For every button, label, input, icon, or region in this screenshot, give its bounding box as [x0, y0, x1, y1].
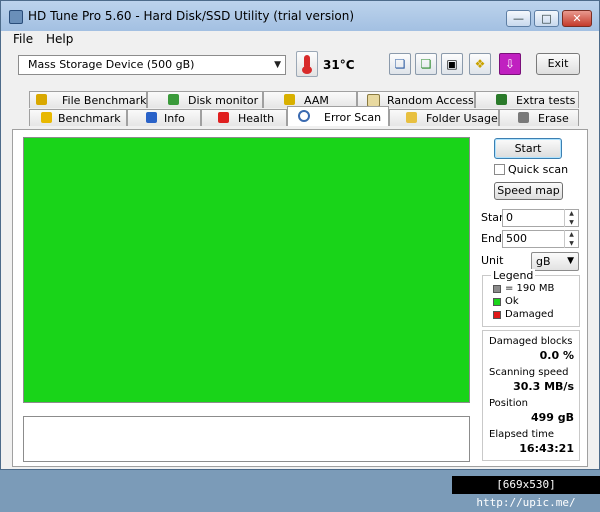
app-window: HD Tune Pro 5.60 - Hard Disk/SSD Utility…: [0, 0, 600, 470]
download-icon: ⇩: [504, 57, 516, 71]
tab-folder-usage[interactable]: Folder Usage: [389, 109, 499, 126]
menu-help[interactable]: Help: [46, 32, 73, 46]
tab-erase[interactable]: Erase: [499, 109, 579, 126]
speed-map-button[interactable]: Speed map: [494, 182, 563, 200]
screenshot-button[interactable]: ▣: [441, 53, 463, 75]
legend: Legend = 190 MB Ok Damaged: [482, 269, 580, 327]
chevron-down-icon: ▼: [567, 256, 574, 266]
camera-icon: ▣: [446, 57, 458, 71]
health-icon: [218, 112, 229, 123]
minimize-icon: —: [513, 12, 524, 25]
scan-stats: Damaged blocks 0.0 % Scanning speed 30.3…: [482, 330, 580, 461]
unit-label: Unit: [481, 254, 504, 267]
copy-graph-icon: ❏: [420, 57, 432, 71]
chevron-down-icon: ▼: [274, 60, 281, 70]
scanning-speed-value: 30.3 MB/s: [513, 380, 574, 393]
tab-disk-monitor[interactable]: Disk monitor: [147, 91, 263, 108]
scan-log: [23, 416, 470, 462]
quick-scan-checkbox[interactable]: [494, 164, 505, 175]
quick-scan-label: Quick scan: [508, 163, 569, 176]
legend-damaged-swatch: [493, 311, 501, 319]
start-input-value: 0: [506, 211, 513, 224]
damaged-blocks-value: 0.0 %: [539, 349, 574, 362]
copy-text-button[interactable]: ❏: [389, 53, 411, 75]
extra-tests-icon: [496, 94, 507, 105]
maximize-icon: □: [541, 12, 552, 25]
thermometer-icon: [296, 51, 318, 77]
spin-down-icon[interactable]: ▼: [565, 218, 578, 227]
tab-info[interactable]: Info: [127, 109, 201, 126]
copy-graph-button[interactable]: ❏: [415, 53, 437, 75]
disk-monitor-icon: [168, 94, 179, 105]
copy-icon: ❏: [394, 57, 406, 71]
info-icon: [146, 112, 157, 123]
position-label: Position: [489, 398, 528, 409]
tab-file-benchmark[interactable]: File Benchmark: [29, 91, 147, 108]
legend-block-size: = 190 MB: [505, 283, 555, 294]
app-icon[interactable]: [9, 10, 23, 24]
folder-icon: [406, 112, 417, 123]
spin-up-icon[interactable]: ▲: [565, 209, 578, 218]
legend-ok-swatch: [493, 298, 501, 306]
error-scan-panel: Start Quick scan Speed map Start 0 ▲ ▼ E…: [12, 129, 588, 467]
end-label: End: [481, 232, 502, 245]
spin-down-icon[interactable]: ▼: [565, 239, 578, 248]
maximize-button[interactable]: □: [534, 10, 559, 27]
tab-extra-tests[interactable]: Extra tests: [475, 91, 579, 108]
window-title: HD Tune Pro 5.60 - Hard Disk/SSD Utility…: [28, 9, 355, 23]
start-scan-button[interactable]: Start: [494, 138, 562, 159]
image-host-watermark: [669x530] http://upic.me/: [452, 476, 600, 509]
scan-block-map: [23, 137, 470, 403]
file-benchmark-icon: [36, 94, 47, 105]
legend-title: Legend: [491, 269, 536, 282]
unit-select[interactable]: gB ▼: [531, 252, 579, 271]
device-select[interactable]: Mass Storage Device (500 gB) ▼: [18, 55, 286, 75]
elapsed-time-label: Elapsed time: [489, 429, 555, 440]
unit-select-value: gB: [536, 255, 551, 268]
legend-block-swatch: [493, 285, 501, 293]
end-spinner[interactable]: ▲ ▼: [564, 230, 578, 248]
spin-up-icon[interactable]: ▲: [565, 230, 578, 239]
minimize-button[interactable]: —: [506, 10, 531, 27]
magnifier-icon: [298, 110, 310, 122]
options-icon: ❖: [474, 57, 486, 71]
main-area: Mass Storage Device (500 gB) ▼ 31°C ❏ ❏ …: [1, 49, 599, 469]
end-input[interactable]: 500 ▲ ▼: [502, 230, 579, 248]
scanning-speed-label: Scanning speed: [489, 367, 569, 378]
title-bar[interactable]: HD Tune Pro 5.60 - Hard Disk/SSD Utility…: [1, 1, 599, 31]
speaker-icon: [284, 94, 295, 105]
legend-damaged-label: Damaged: [505, 309, 554, 320]
close-icon: ✕: [572, 12, 582, 25]
menu-file[interactable]: File: [13, 32, 33, 46]
save-button[interactable]: ⇩: [499, 53, 521, 75]
close-button[interactable]: ✕: [562, 10, 592, 27]
options-button[interactable]: ❖: [469, 53, 491, 75]
trash-icon: [518, 112, 529, 123]
start-input[interactable]: 0 ▲ ▼: [502, 209, 579, 227]
tab-benchmark[interactable]: Benchmark: [29, 109, 127, 126]
temperature-value: 31°C: [323, 58, 355, 72]
legend-ok-label: Ok: [505, 296, 519, 307]
elapsed-time-value: 16:43:21: [519, 442, 574, 455]
start-spinner[interactable]: ▲ ▼: [564, 209, 578, 227]
position-value: 499 gB: [530, 411, 574, 424]
tab-error-scan[interactable]: Error Scan: [287, 106, 389, 126]
end-input-value: 500: [506, 232, 527, 245]
benchmark-icon: [41, 112, 52, 123]
tab-health[interactable]: Health: [201, 109, 287, 126]
device-select-value: Mass Storage Device (500 gB): [28, 58, 195, 71]
exit-button[interactable]: Exit: [536, 53, 580, 75]
menu-bar: File Help: [1, 31, 599, 49]
damaged-blocks-label: Damaged blocks: [489, 336, 573, 347]
